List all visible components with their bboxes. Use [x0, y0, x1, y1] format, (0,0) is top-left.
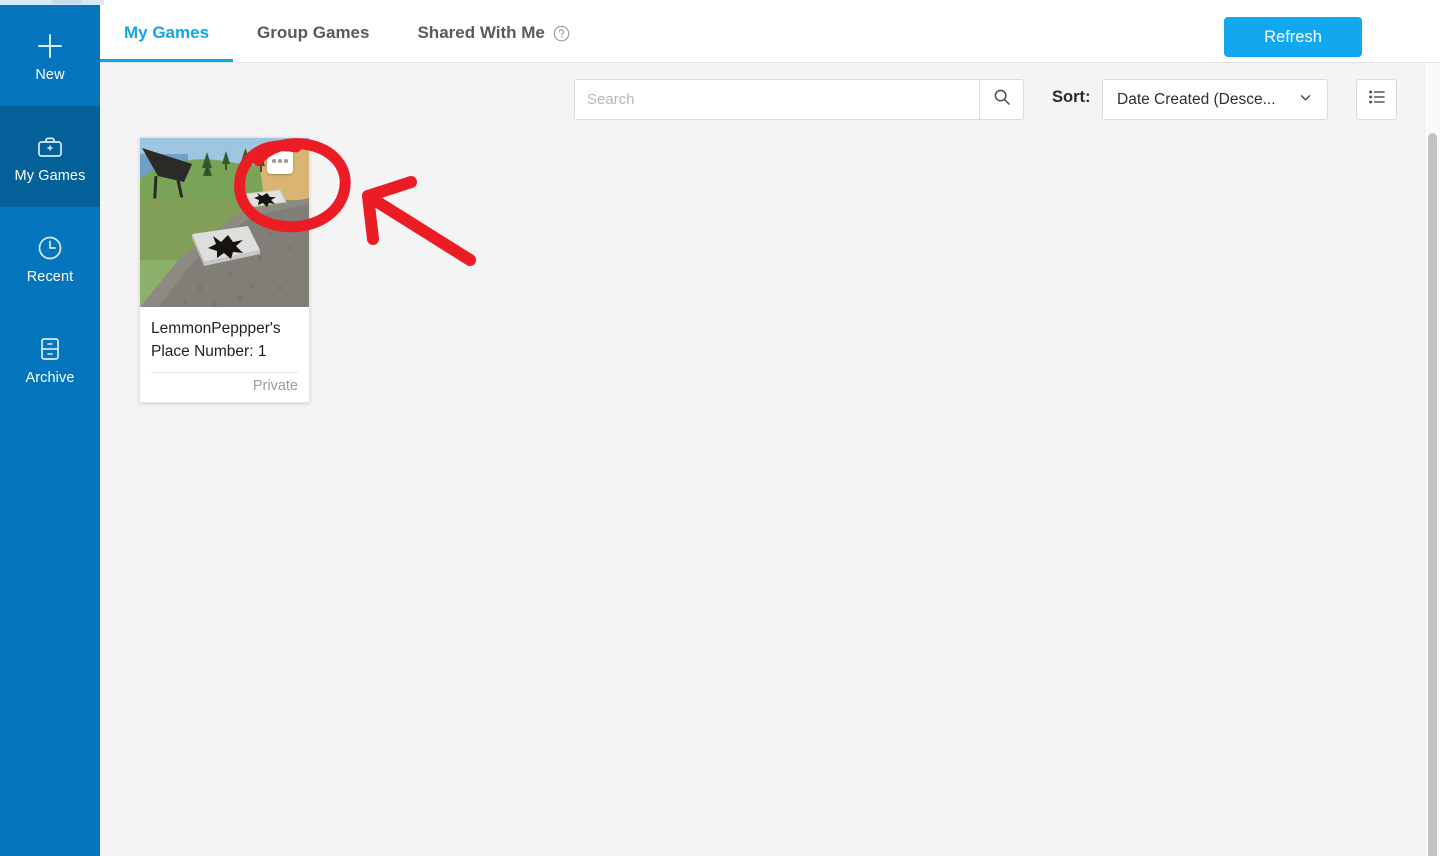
toolbar: Sort: Date Created (Desce... [100, 63, 1440, 137]
games-grid: LemmonPeppper's Place Number: 1 Private [100, 137, 310, 403]
tab-shared-with-me[interactable]: Shared With Me [393, 4, 593, 62]
sidebar-item-label: Archive [25, 369, 75, 386]
left-sidebar: New My Games Recent Archive [0, 5, 100, 856]
list-view-icon [1367, 87, 1387, 112]
plus-icon [35, 29, 65, 63]
search-icon [993, 88, 1011, 111]
sidebar-item-recent[interactable]: Recent [0, 207, 100, 308]
sidebar-item-new[interactable]: New [0, 5, 100, 106]
game-thumbnail[interactable] [140, 138, 309, 307]
tab-label: My Games [124, 23, 210, 42]
sort-dropdown-value: Date Created (Desce... [1117, 90, 1276, 108]
search-button[interactable] [979, 79, 1024, 120]
roblox-create-page: New My Games Recent Archive My Games Gro… [0, 0, 1440, 856]
tab-group-games[interactable]: Group Games [233, 4, 393, 62]
vertical-scrollbar-thumb[interactable] [1428, 133, 1437, 856]
list-view-toggle-button[interactable] [1356, 79, 1397, 120]
chevron-down-icon [1298, 90, 1313, 110]
window-top-strip-highlight [52, 0, 82, 4]
search-group [574, 79, 1024, 120]
status-badge: Private [252, 378, 298, 394]
sort-label: Sort: [1052, 88, 1091, 106]
game-card-title: LemmonPeppper's Place Number: 1 [151, 320, 281, 360]
ellipsis-icon[interactable] [267, 148, 293, 174]
sidebar-item-label: New [35, 66, 65, 83]
sidebar-item-label: Recent [26, 268, 74, 285]
clock-icon [35, 231, 65, 265]
tab-label: Group Games [257, 23, 370, 42]
sidebar-item-my-games[interactable]: My Games [0, 106, 100, 207]
game-card[interactable]: LemmonPeppper's Place Number: 1 Private [139, 137, 310, 403]
main-content: My Games Group Games Shared With Me Refr… [100, 5, 1440, 856]
sort-dropdown[interactable]: Date Created (Desce... [1102, 79, 1328, 120]
tab-my-games[interactable]: My Games [100, 4, 234, 62]
tab-bar: My Games Group Games Shared With Me [100, 4, 594, 62]
sidebar-item-label: My Games [14, 167, 86, 184]
game-card-body: LemmonPeppper's Place Number: 1 [140, 307, 309, 373]
filing-cabinet-icon [35, 332, 65, 366]
vertical-scrollbar-track[interactable] [1424, 63, 1440, 856]
help-circle-icon[interactable] [553, 25, 570, 42]
page-header: My Games Group Games Shared With Me Refr… [100, 5, 1440, 63]
tab-label: Shared With Me [417, 23, 545, 42]
search-input[interactable] [574, 79, 979, 120]
sidebar-item-archive[interactable]: Archive [0, 308, 100, 409]
briefcase-icon [35, 130, 65, 164]
refresh-button[interactable]: Refresh [1224, 17, 1362, 57]
